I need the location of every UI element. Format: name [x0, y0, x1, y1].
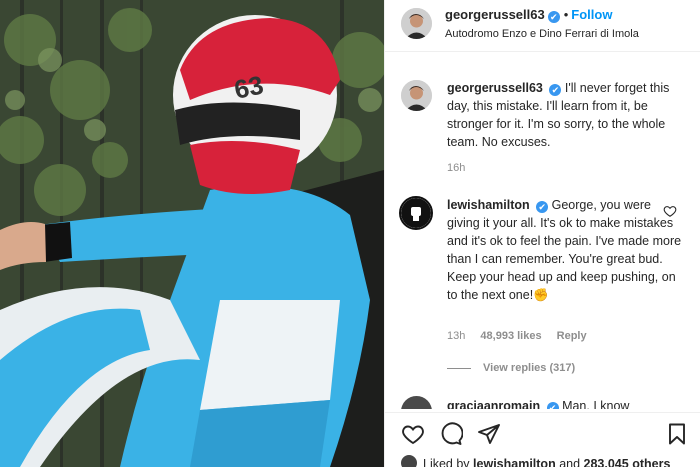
verified-badge-icon: ✔: [549, 84, 562, 96]
location-link[interactable]: Autodromo Enzo e Dino Ferrari di Imola: [445, 28, 639, 40]
post-header: georgerussell63 ✔ • Follow Autodromo Enzo e…: [385, 0, 700, 52]
action-bar: Liked by lewishamilton and 283,045 other…: [385, 412, 700, 467]
fist-avatar-image: [401, 198, 431, 228]
comment-likes[interactable]: 48,993 likes: [480, 330, 541, 342]
post-photo[interactable]: 63: [0, 0, 384, 467]
follow-button[interactable]: Follow: [571, 7, 612, 22]
next-commenter-username[interactable]: graciaanromain: [447, 399, 540, 409]
caption-avatar[interactable]: [401, 80, 432, 111]
heart-icon[interactable]: [401, 422, 425, 446]
caption-text-area: georgerussell63 ✔ I'll never forget this…: [447, 79, 687, 151]
header-user-line: georgerussell63 ✔ • Follow: [445, 7, 612, 23]
liked-by-user[interactable]: lewishamilton: [473, 457, 556, 467]
post-side-panel: georgerussell63 ✔ • Follow Autodromo Enzo e…: [384, 0, 700, 467]
next-comment-text-area: graciaanromain ✔ Man, I know: [447, 397, 687, 409]
comment-text-area: lewishamilton ✔ George, you were giving …: [447, 196, 687, 304]
liked-and: and: [559, 457, 581, 467]
bookmark-icon[interactable]: [665, 422, 689, 446]
svg-text:63: 63: [231, 70, 266, 105]
avatar-face-image: [401, 80, 432, 111]
next-comment-text: Man, I know: [562, 399, 630, 409]
share-icon[interactable]: [477, 422, 501, 446]
liked-prefix: Liked by: [423, 457, 470, 467]
caption-username[interactable]: georgerussell63: [447, 81, 543, 95]
author-avatar[interactable]: [401, 8, 432, 39]
separator-dot: •: [563, 7, 569, 22]
verified-badge-icon: ✔: [536, 201, 549, 213]
avatar-face-image: [401, 8, 432, 39]
commenter-username[interactable]: lewishamilton: [447, 198, 530, 212]
verified-badge-icon: ✔: [546, 402, 559, 409]
comment-meta: 13h 48,993 likes Reply: [447, 330, 599, 342]
driver-photo-illustration: 63: [0, 0, 384, 467]
fist-emoji-icon: ✊: [533, 288, 549, 302]
caption-time[interactable]: 16h: [447, 162, 465, 174]
replies-divider-line: [447, 367, 471, 369]
liked-by-line: Liked by lewishamilton and 283,045 other…: [401, 455, 670, 467]
next-comment-item: graciaanromain ✔ Man, I know: [385, 393, 700, 409]
next-commenter-avatar[interactable]: [401, 396, 432, 409]
liked-by-avatar[interactable]: [401, 455, 417, 467]
comment-icon[interactable]: [439, 422, 463, 446]
reply-button[interactable]: Reply: [557, 330, 587, 342]
view-replies-label: View replies (317): [483, 362, 576, 374]
comment-time[interactable]: 13h: [447, 330, 465, 342]
author-username[interactable]: georgerussell63: [445, 7, 545, 22]
commenter-avatar[interactable]: [399, 196, 433, 230]
view-replies-button[interactable]: View replies (317): [447, 362, 575, 374]
comment-text: George, you were giving it your all. It'…: [447, 198, 682, 302]
verified-badge-icon: ✔: [547, 11, 560, 23]
liked-count[interactable]: 283,045 others: [584, 457, 671, 467]
comment-like-heart-icon[interactable]: [663, 204, 677, 218]
